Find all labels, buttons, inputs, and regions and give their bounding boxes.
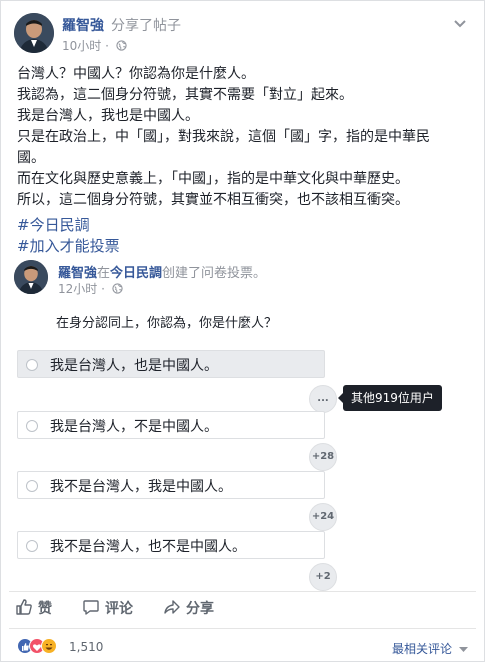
author-name[interactable]: 羅智強 [62, 15, 104, 35]
comment-sort-dropdown[interactable]: 最相关评论 [392, 640, 468, 657]
dot-separator: · [101, 282, 109, 296]
poll-option[interactable]: 我不是台灣人，我是中國人。 [17, 471, 325, 499]
radio-button[interactable] [26, 480, 38, 492]
post-time[interactable]: 10小时 [62, 39, 101, 53]
poll-option-label: 我是台灣人，也是中國人。 [50, 358, 218, 374]
chevron-down-icon[interactable] [453, 19, 467, 29]
post-timestamp[interactable]: 10小时 · [62, 37, 127, 54]
poll-option[interactable]: 我不是台灣人，也不是中國人。 [17, 531, 325, 559]
post-body: 台灣人？中國人？你認為你是什麼人。 我認為，這二個身分符號，其實不需要「對立」起… [17, 64, 472, 257]
post-line: 所以，這二個身分符號，其實並不相互衝突，也不該相互衝突。 [17, 192, 409, 208]
share-arrow-icon [164, 600, 180, 614]
group-link[interactable]: 今日民調 [110, 266, 162, 281]
like-button[interactable]: 赞 [15, 598, 52, 618]
haha-reaction-icon [41, 638, 57, 654]
voters-tooltip: 其他919位用户 [338, 385, 442, 411]
shared-action-text: 创建了问卷投票。 [162, 266, 267, 281]
shared-author-name[interactable]: 羅智強 [58, 266, 97, 281]
radio-button[interactable] [26, 540, 38, 552]
poll-option[interactable]: 我是台灣人，也是中國人。 [17, 350, 325, 378]
shared-post-text: 分享了帖子 [111, 18, 181, 34]
voters-count-badge[interactable]: +24 [309, 503, 337, 531]
like-label: 赞 [38, 601, 52, 617]
divider [9, 628, 476, 629]
voters-more-button[interactable]: ... [309, 385, 337, 413]
comment-icon [83, 600, 99, 615]
poll-question: 在身分認同上，你認為，你是什麼人？ [56, 316, 278, 331]
globe-icon [112, 283, 123, 294]
shared-author-avatar[interactable] [14, 260, 48, 294]
poll-option[interactable]: 我是台灣人，不是中國人。 [17, 411, 325, 439]
post-line: 國。 [17, 150, 45, 166]
hashtag-link[interactable]: #加入才能投票 [17, 236, 472, 257]
post-line: 我是台灣人，我也是中國人。 [17, 108, 199, 124]
post-card: 羅智強 分享了帖子 10小时 · 台灣人？中國人？你認為你是什麼人。 我認為，這… [0, 0, 485, 662]
divider [9, 591, 476, 592]
shared-post-timestamp[interactable]: 12小时 · [58, 280, 123, 297]
share-label: 分享 [186, 601, 214, 617]
poll-option-label: 我是台灣人，不是中國人。 [50, 419, 218, 435]
dot-separator: · [105, 39, 113, 53]
shared-post-header: 羅智強在今日民調创建了问卷投票。 [58, 262, 266, 281]
shared-in-text: 在 [97, 266, 111, 281]
reaction-count[interactable]: 1,510 [69, 640, 103, 654]
comment-sort-label: 最相关评论 [392, 642, 453, 656]
radio-button[interactable] [26, 359, 38, 371]
caret-down-icon [458, 647, 468, 652]
post-line: 而在文化與歷史意義上，「中國」，指的是中華文化與中華歷史。 [17, 171, 409, 187]
share-button[interactable]: 分享 [163, 598, 214, 618]
hashtag-link[interactable]: #今日民調 [17, 215, 472, 236]
author-avatar[interactable] [14, 13, 54, 53]
voters-count-badge[interactable]: +2 [309, 563, 337, 591]
post-line: 台灣人？中國人？你認為你是什麼人。 [17, 66, 255, 82]
comment-button[interactable]: 评论 [82, 598, 133, 618]
thumbs-up-icon [16, 599, 32, 615]
poll-option-label: 我不是台灣人，也不是中國人。 [50, 539, 246, 555]
globe-icon [116, 40, 127, 51]
poll-option-label: 我不是台灣人，我是中國人。 [50, 479, 232, 495]
comment-label: 评论 [105, 601, 133, 617]
shared-post-time[interactable]: 12小时 [58, 282, 97, 296]
post-line: 只是在政治上，中「國」，對我來說，這個「國」字，指的是中華民 [17, 129, 430, 145]
radio-button[interactable] [26, 420, 38, 432]
voters-count-badge[interactable]: +28 [309, 443, 337, 471]
post-line: 我認為，這二個身分符號，其實不需要「對立」起來。 [17, 87, 353, 103]
